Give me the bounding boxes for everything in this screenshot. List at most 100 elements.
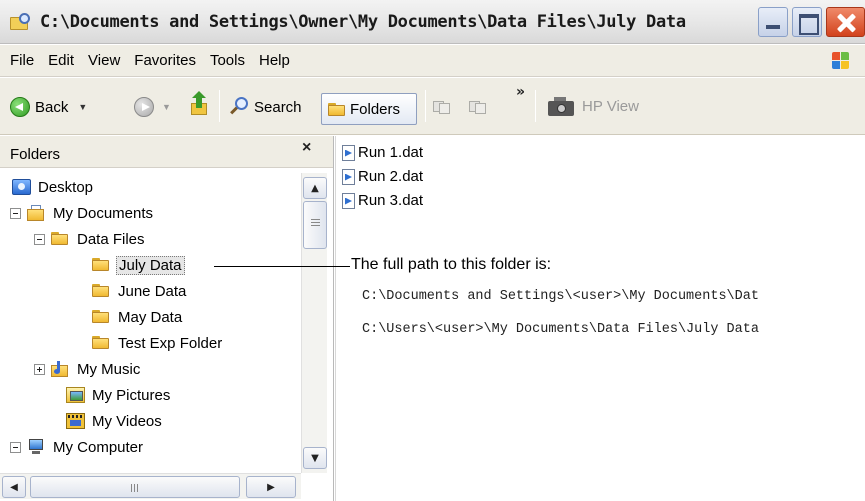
folders-label: Folders bbox=[350, 100, 401, 118]
file-item[interactable]: Run 2.dat bbox=[342, 168, 423, 185]
tree-item-data-files[interactable]: Data Files bbox=[34, 227, 147, 251]
scroll-left-icon[interactable]: ◀ bbox=[2, 476, 26, 498]
folder-icon bbox=[92, 335, 111, 351]
back-button[interactable]: Back ▼ bbox=[10, 97, 87, 117]
collapse-toggle-icon[interactable] bbox=[10, 207, 21, 219]
expand-toggle-icon[interactable] bbox=[34, 363, 45, 375]
file-list: Run 1.dat Run 2.dat Run 3.dat bbox=[335, 136, 865, 501]
file-name: Run 2.dat bbox=[358, 168, 424, 185]
file-name: Run 1.dat bbox=[358, 144, 424, 161]
menu-bar: File Edit View Favorites Tools Help bbox=[0, 45, 865, 77]
folders-pane-header: Folders × bbox=[0, 136, 333, 168]
toolbar: Back ▼ ▼ Search Folders » HP View bbox=[0, 78, 865, 135]
search-button[interactable]: Search bbox=[230, 97, 302, 117]
annotation-path-xp: C:\Documents and Settings\<user>\My Docu… bbox=[362, 289, 759, 304]
explorer-folder-search-icon bbox=[10, 12, 32, 31]
minimize-button[interactable] bbox=[758, 7, 788, 37]
vertical-scroll-thumb[interactable] bbox=[303, 201, 327, 249]
close-window-button[interactable] bbox=[826, 7, 865, 37]
copy-to-button[interactable] bbox=[469, 99, 487, 115]
tree-item-label: My Documents bbox=[53, 204, 154, 222]
desktop-icon bbox=[12, 179, 31, 195]
up-folder-button[interactable] bbox=[191, 91, 209, 116]
tree-item-label: My Music bbox=[77, 360, 141, 378]
dat-file-icon bbox=[342, 144, 355, 161]
dat-file-icon bbox=[342, 168, 355, 185]
open-folder-icon bbox=[92, 257, 111, 273]
tree-horizontal-scrollbar[interactable]: ◀ ▶ bbox=[0, 473, 301, 499]
tree-item-my-music[interactable]: My Music bbox=[34, 357, 142, 381]
tree-item-my-videos[interactable]: My Videos bbox=[66, 409, 164, 433]
menu-edit[interactable]: Edit bbox=[41, 52, 81, 69]
window-title: C:\Documents and Settings\Owner\My Docum… bbox=[40, 11, 686, 32]
toolbar-separator bbox=[535, 90, 536, 122]
back-dropdown-icon[interactable]: ▼ bbox=[78, 102, 87, 112]
annotation-title: The full path to this folder is: bbox=[351, 256, 552, 273]
tree-vertical-scrollbar[interactable]: ▲ ▼ bbox=[301, 173, 327, 473]
title-bar[interactable]: C:\Documents and Settings\Owner\My Docum… bbox=[0, 0, 865, 44]
maximize-button[interactable] bbox=[792, 7, 822, 37]
tree-item-label: My Videos bbox=[92, 412, 162, 430]
tree-item-my-computer[interactable]: My Computer bbox=[10, 435, 145, 459]
annotation-leader-line bbox=[214, 266, 350, 267]
file-name: Run 3.dat bbox=[358, 192, 424, 209]
scroll-down-icon[interactable]: ▼ bbox=[303, 447, 327, 469]
folder-tree: Desktop My Documents Data Files July Dat… bbox=[0, 173, 300, 473]
menu-file[interactable]: File bbox=[0, 52, 41, 69]
my-computer-icon bbox=[27, 439, 46, 455]
file-item[interactable]: Run 3.dat bbox=[342, 192, 423, 209]
copy-to-icon bbox=[469, 99, 487, 115]
horizontal-scroll-thumb[interactable] bbox=[30, 476, 240, 498]
tree-item-my-pictures[interactable]: My Pictures bbox=[66, 383, 172, 407]
my-pictures-icon bbox=[66, 387, 85, 403]
windows-logo-icon bbox=[832, 52, 850, 70]
tree-item-my-documents[interactable]: My Documents bbox=[10, 201, 155, 225]
file-item[interactable]: Run 1.dat bbox=[342, 144, 423, 161]
tree-item-label: My Computer bbox=[53, 438, 144, 456]
my-videos-icon bbox=[66, 413, 85, 429]
folders-pane: Folders × Desktop My Documents Data File… bbox=[0, 136, 334, 501]
folders-button[interactable]: Folders bbox=[321, 93, 417, 125]
my-music-icon bbox=[51, 361, 70, 377]
collapse-toggle-icon[interactable] bbox=[10, 441, 21, 453]
tree-item-june-data[interactable]: June Data bbox=[92, 279, 188, 303]
tree-item-july-data[interactable]: July Data bbox=[92, 253, 185, 277]
tree-item-label: My Pictures bbox=[92, 386, 171, 404]
search-label: Search bbox=[254, 98, 302, 116]
folder-icon bbox=[92, 309, 111, 325]
tree-item-test-exp-folder[interactable]: Test Exp Folder bbox=[92, 331, 224, 355]
up-folder-icon bbox=[191, 91, 209, 116]
toolbar-separator bbox=[425, 90, 426, 122]
scroll-right-icon[interactable]: ▶ bbox=[246, 476, 296, 498]
menu-favorites[interactable]: Favorites bbox=[127, 52, 203, 69]
tree-item-desktop[interactable]: Desktop bbox=[12, 175, 95, 199]
menu-tools[interactable]: Tools bbox=[203, 52, 252, 69]
move-to-button[interactable] bbox=[433, 99, 451, 115]
forward-button[interactable]: ▼ bbox=[134, 97, 171, 117]
folder-icon bbox=[51, 231, 70, 247]
menu-view[interactable]: View bbox=[81, 52, 127, 69]
toolbar-separator bbox=[219, 90, 220, 122]
scroll-up-icon[interactable]: ▲ bbox=[303, 177, 327, 199]
move-to-icon bbox=[433, 99, 451, 115]
tree-item-label: May Data bbox=[118, 308, 183, 326]
tree-item-label: Desktop bbox=[38, 178, 94, 196]
hp-view-button[interactable]: HP View bbox=[546, 95, 639, 117]
dat-file-icon bbox=[342, 192, 355, 209]
forward-dropdown-icon[interactable]: ▼ bbox=[162, 102, 171, 112]
tree-item-may-data[interactable]: May Data bbox=[92, 305, 184, 329]
toolbar-overflow-chevron[interactable]: » bbox=[516, 84, 525, 100]
close-pane-icon[interactable]: × bbox=[302, 139, 311, 157]
search-icon bbox=[230, 97, 250, 117]
annotation-path-vista: C:\Users\<user>\My Documents\Data Files\… bbox=[362, 322, 759, 337]
tree-item-label-selected: July Data bbox=[116, 255, 185, 275]
folders-pane-title: Folders bbox=[10, 146, 61, 163]
tree-item-label: Data Files bbox=[77, 230, 145, 248]
hp-view-label: HP View bbox=[582, 97, 639, 115]
folder-icon bbox=[328, 102, 346, 116]
menu-help[interactable]: Help bbox=[252, 52, 297, 69]
collapse-toggle-icon[interactable] bbox=[34, 233, 45, 245]
my-documents-icon bbox=[27, 205, 46, 221]
tree-item-label: June Data bbox=[118, 282, 187, 300]
forward-arrow-icon bbox=[134, 97, 154, 117]
